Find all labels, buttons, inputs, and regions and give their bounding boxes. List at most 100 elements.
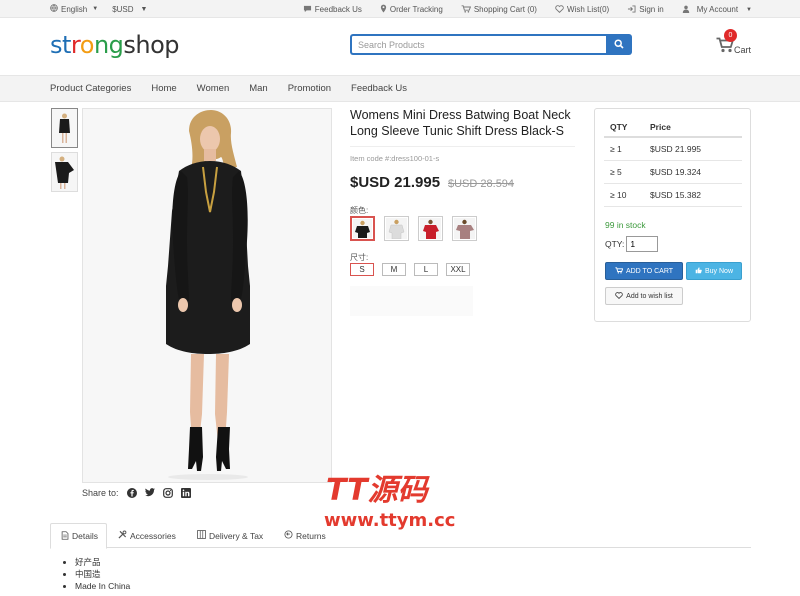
nav-item-home[interactable]: Home	[151, 83, 176, 94]
table-row: ≥ 10 $USD 15.382	[604, 183, 742, 207]
product-tabs: Details Accessories Delivery & Tax Retur…	[50, 523, 751, 549]
tab-details-label: Details	[72, 531, 98, 541]
chevron-down-icon: ▼	[140, 5, 148, 13]
table-row: ≥ 5 $USD 19.324	[604, 160, 742, 184]
color-swatch-mauve[interactable]	[452, 216, 477, 241]
nav-item-promotion[interactable]: Promotion	[288, 83, 331, 94]
price-cell: $USD 21.995	[650, 137, 742, 161]
product-thumbnail[interactable]	[51, 108, 78, 148]
divider	[350, 146, 575, 147]
product-thumbnail[interactable]	[51, 152, 78, 192]
add-to-cart-label: ADD TO CART	[625, 267, 674, 275]
item-code: Item code #:dress100-01-s	[350, 154, 440, 163]
search-bar	[350, 34, 632, 55]
nav-item-women[interactable]: Women	[197, 83, 230, 94]
comment-icon	[303, 5, 312, 15]
instagram-icon[interactable]	[162, 488, 173, 498]
site-header: strongshop 0 Cart	[0, 19, 800, 74]
list-item: 中国造	[75, 568, 130, 580]
language-selector[interactable]: English ▼	[50, 4, 98, 14]
cart-count-badge: 0	[724, 29, 737, 42]
nav-item-feedback[interactable]: Feedback Us	[351, 83, 407, 94]
quantity-input[interactable]	[626, 236, 659, 252]
size-option-s[interactable]: S	[350, 263, 374, 276]
buy-now-label: Buy Now	[704, 267, 733, 275]
nav-item-product-categories[interactable]: Product Categories	[50, 83, 131, 94]
placeholder-area	[350, 286, 473, 316]
tools-icon	[118, 530, 127, 541]
quantity-price-table: QTY Price ≥ 1 $USD 21.995 ≥ 5 $USD 19.32…	[604, 117, 742, 207]
search-button[interactable]	[606, 34, 632, 55]
currency-selector[interactable]: $USD ▼	[112, 4, 147, 14]
tab-accessories-label: Accessories	[130, 530, 176, 541]
site-logo[interactable]: strongshop	[50, 30, 180, 60]
twitter-icon[interactable]	[144, 488, 155, 498]
buy-now-button[interactable]: Buy Now	[686, 262, 742, 280]
search-input[interactable]	[350, 34, 606, 55]
nav-item-man[interactable]: Man	[249, 83, 267, 94]
cart-icon	[461, 4, 471, 15]
qty-cell: ≥ 10	[604, 183, 650, 207]
stock-status: 99 in stock	[605, 220, 646, 230]
tab-delivery-tax-label: Delivery & Tax	[209, 530, 264, 541]
order-tracking-link[interactable]: Order Tracking	[380, 4, 443, 15]
qty-label: QTY:	[605, 239, 625, 249]
top-bar: English ▼ $USD ▼ Feedback Us Order Track…	[0, 0, 800, 18]
cart-label: Cart	[734, 45, 752, 55]
facebook-icon[interactable]	[126, 488, 137, 498]
chevron-down-icon: ▼	[746, 6, 752, 13]
sign-in-label: Sign in	[639, 5, 664, 14]
globe-icon	[50, 4, 58, 14]
size-option-l[interactable]: L	[414, 263, 438, 276]
heart-icon	[615, 291, 623, 301]
size-label: 尺寸:	[350, 253, 369, 262]
qty-cell: ≥ 1	[604, 137, 650, 161]
feedback-link[interactable]: Feedback Us	[303, 4, 362, 15]
my-account-label: My Account	[696, 5, 739, 14]
color-label: 颜色:	[350, 206, 369, 215]
product-main-image[interactable]	[82, 108, 332, 483]
document-icon	[61, 530, 69, 542]
add-to-wishlist-button[interactable]: Add to wish list	[605, 287, 683, 305]
user-icon	[682, 5, 690, 15]
color-swatch-black[interactable]	[350, 216, 375, 241]
qty-cell: ≥ 5	[604, 160, 650, 184]
watermark-line1: TT源码	[326, 473, 431, 508]
linkedin-icon[interactable]	[180, 488, 191, 498]
language-label: English	[61, 4, 88, 14]
shopping-cart-link[interactable]: Shopping Cart (0)	[461, 4, 537, 15]
tab-accessories[interactable]: Accessories	[108, 523, 186, 548]
list-item: 好产品	[75, 556, 130, 568]
price-cell: $USD 19.324	[650, 160, 742, 184]
tab-delivery-tax[interactable]: Delivery & Tax	[187, 523, 273, 548]
color-swatch-red[interactable]	[418, 216, 443, 241]
tab-details[interactable]: Details	[50, 523, 107, 549]
my-account-menu[interactable]: My Account ▼	[682, 4, 752, 15]
feedback-link-label: Feedback Us	[314, 5, 362, 14]
wishlist-link[interactable]: Wish List(0)	[555, 4, 609, 15]
return-icon	[284, 530, 293, 541]
currency-label: $USD	[112, 4, 134, 14]
share-bar: Share to:	[82, 488, 191, 498]
list-item: Made In China	[75, 580, 130, 592]
wishlist-label: Wish List(0)	[566, 5, 610, 14]
chevron-down-icon: ▼	[92, 6, 99, 12]
sign-in-link[interactable]: Sign in	[627, 4, 664, 15]
sign-in-icon	[627, 4, 636, 15]
thumbs-up-icon	[695, 266, 702, 276]
header-cart[interactable]: 0 Cart	[716, 29, 756, 63]
search-icon	[614, 37, 624, 52]
color-swatch-white[interactable]	[384, 216, 409, 241]
size-option-m[interactable]: M	[382, 263, 406, 276]
add-to-cart-button[interactable]: ADD TO CART	[605, 262, 683, 280]
heart-icon	[555, 4, 564, 15]
original-price: $USD 28.594	[448, 178, 515, 190]
tab-returns[interactable]: Returns	[274, 523, 336, 548]
size-option-xxl[interactable]: XXL	[446, 263, 470, 276]
order-tracking-label: Order Tracking	[389, 5, 443, 14]
size-options: S M L XXL	[350, 263, 470, 276]
map-marker-icon	[380, 4, 387, 15]
quantity-row: QTY:	[605, 236, 659, 252]
price-cell: $USD 15.382	[650, 183, 742, 207]
qty-column-header: QTY	[604, 117, 650, 138]
